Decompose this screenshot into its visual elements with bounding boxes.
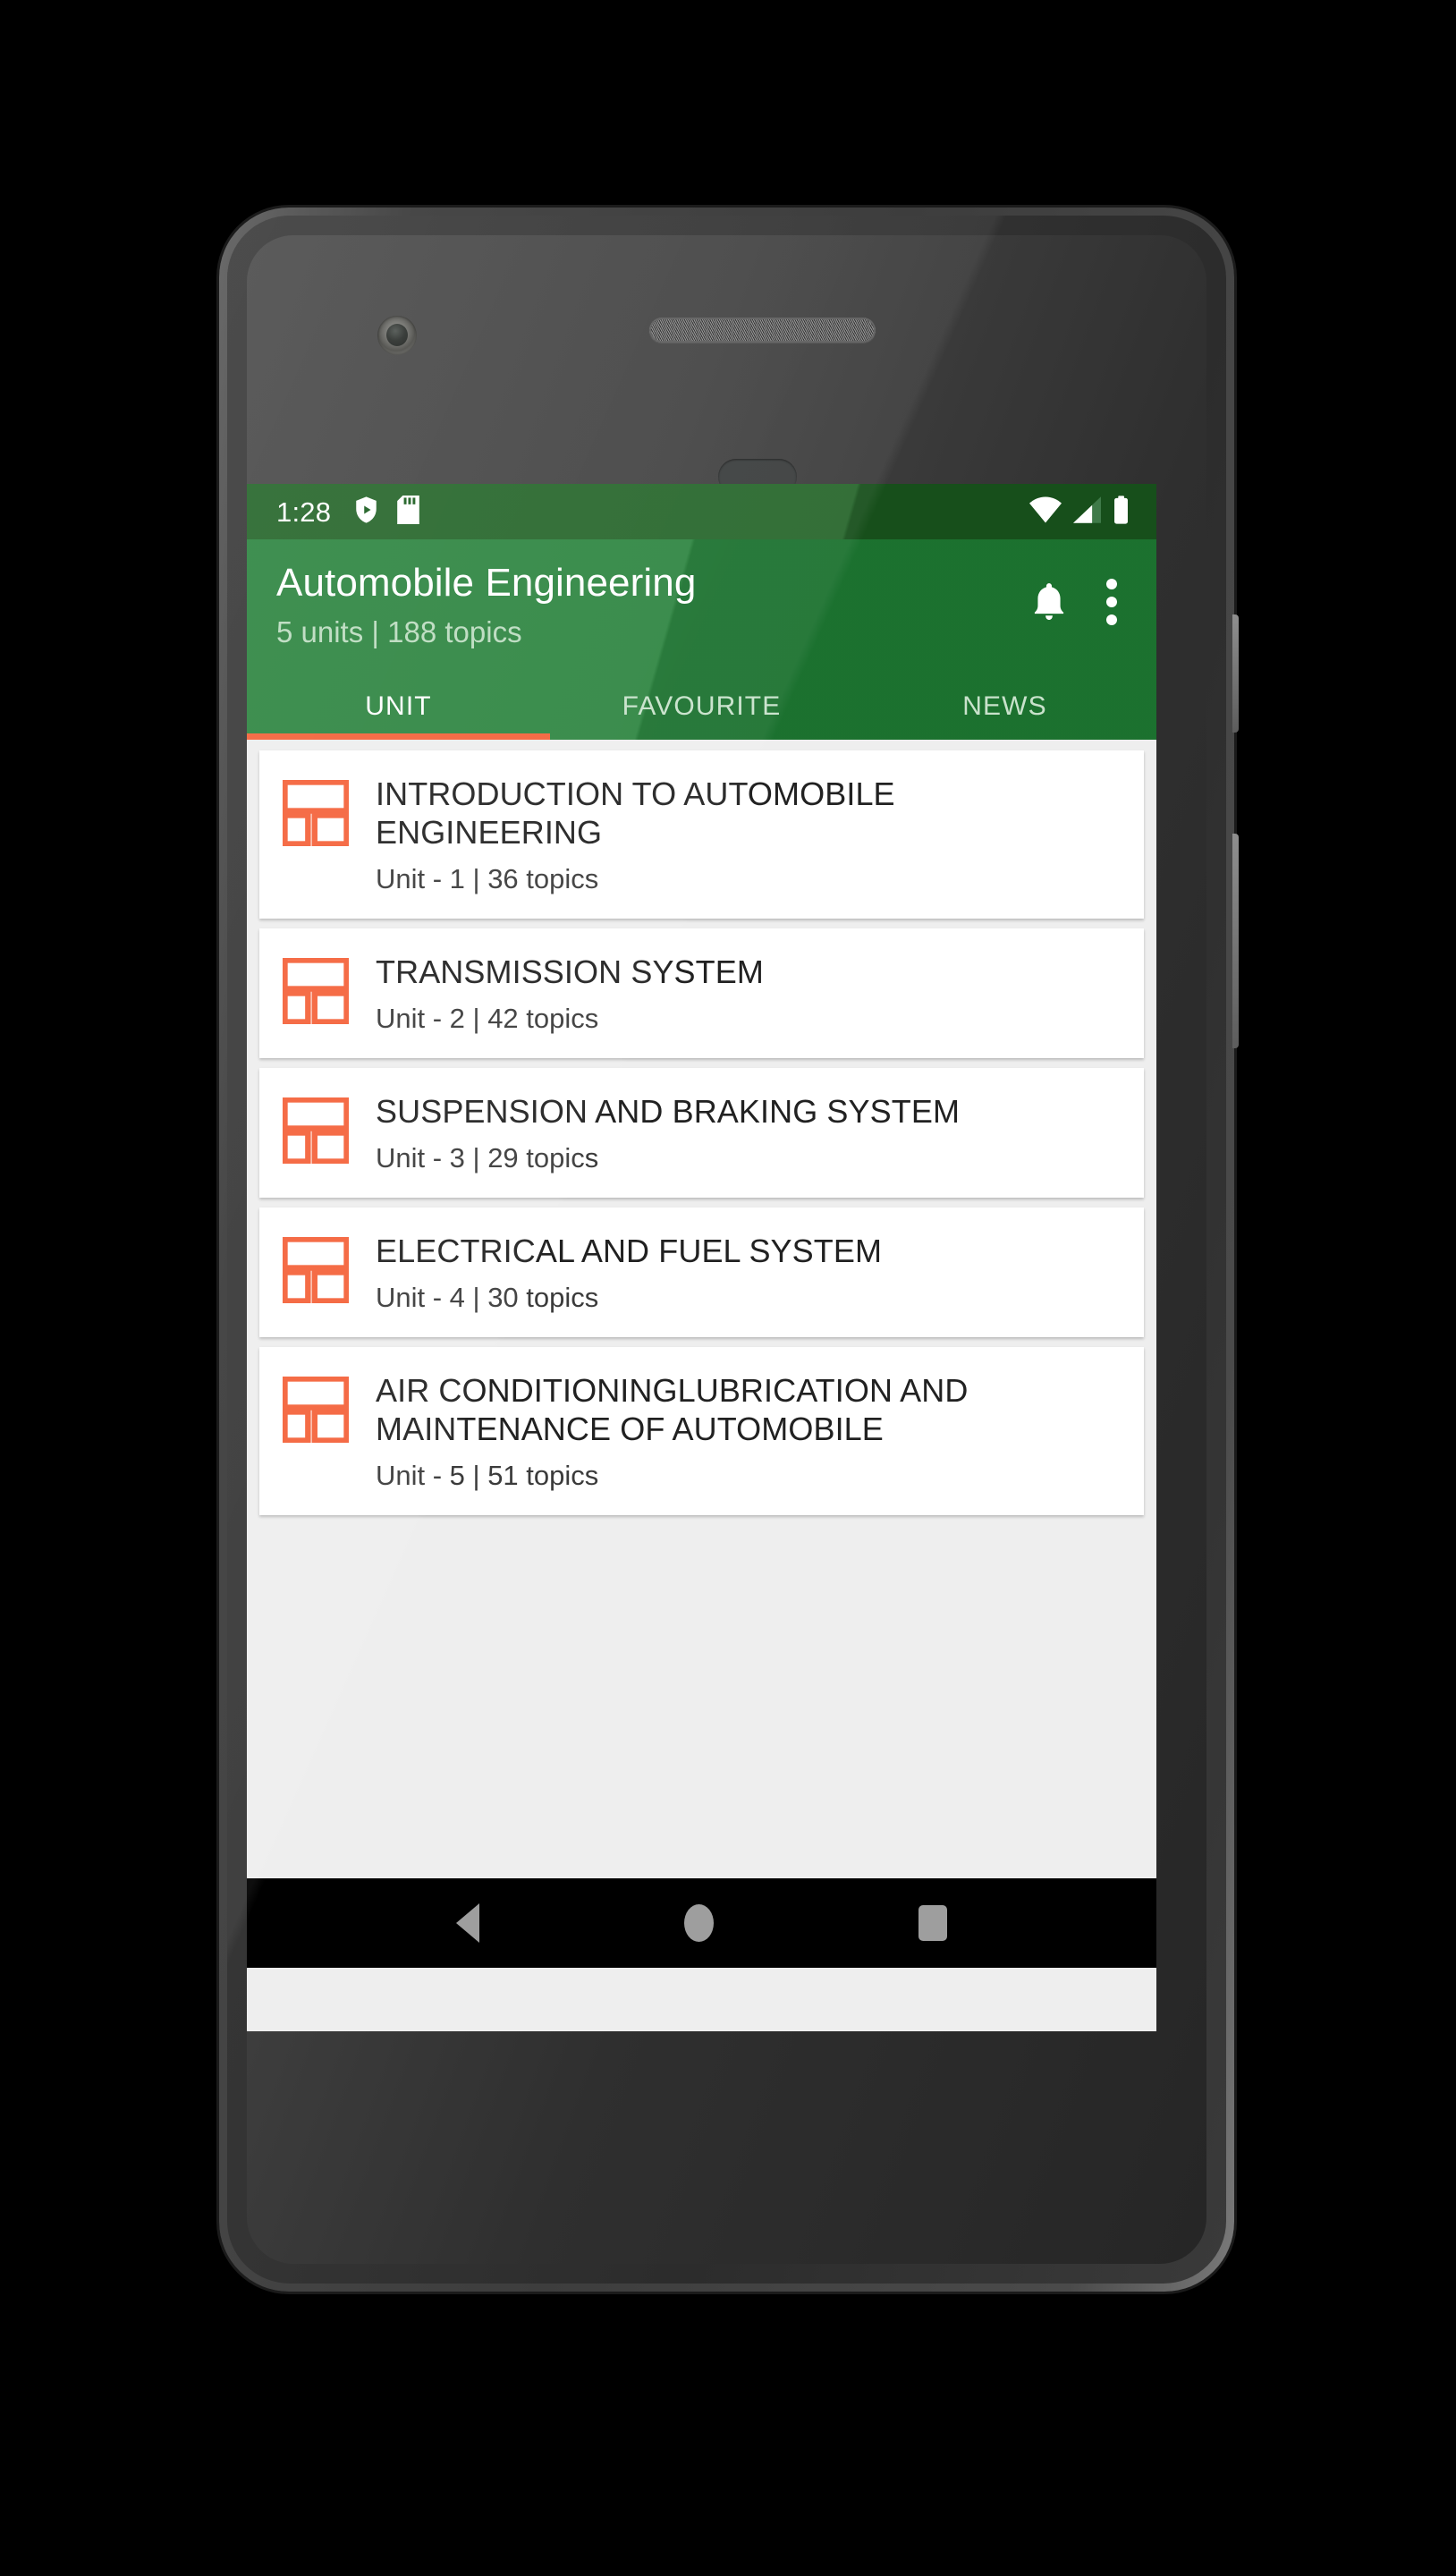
unit-subtitle: Unit - 3 | 29 topics: [376, 1142, 599, 1174]
tab-news[interactable]: NEWS: [853, 672, 1156, 740]
dashboard-layout-icon: [282, 779, 350, 848]
battery-icon: [1113, 495, 1130, 529]
notifications-bell-icon[interactable]: [1029, 581, 1069, 623]
phone-bezel: 1:28 Automobile Engineering 5 units | 18…: [247, 235, 1206, 2264]
list-item[interactable]: INTRODUCTION TO AUTOMOBILE ENGINEERING U…: [259, 750, 1144, 919]
volume-button[interactable]: [1232, 834, 1239, 1048]
android-back-button[interactable]: [456, 1903, 480, 1944]
tab-active-indicator: [247, 733, 550, 741]
app-bar: Automobile Engineering 5 units | 188 top…: [247, 539, 1156, 741]
list-item[interactable]: ELECTRICAL AND FUEL SYSTEM Unit - 4 | 30…: [259, 1208, 1144, 1338]
dashboard-layout-icon: [282, 957, 350, 1025]
unit-subtitle: Unit - 2 | 42 topics: [376, 1002, 599, 1034]
list-item[interactable]: TRANSMISSION SYSTEM Unit - 2 | 42 topics: [259, 928, 1144, 1058]
play-protect-shield-icon: [354, 496, 378, 529]
earpiece-speaker-grille: [649, 318, 876, 343]
unit-title: ELECTRICAL AND FUEL SYSTEM: [376, 1233, 883, 1270]
phone-screen: 1:28 Automobile Engineering 5 units | 18…: [247, 484, 1156, 2031]
wifi-icon: [1029, 496, 1062, 528]
list-item[interactable]: SUSPENSION AND BRAKING SYSTEM Unit - 3 |…: [259, 1068, 1144, 1199]
android-status-bar: 1:28: [247, 484, 1156, 539]
unit-title: INTRODUCTION TO AUTOMOBILE ENGINEERING: [376, 775, 895, 851]
phone-device-body: 1:28 Automobile Engineering 5 units | 18…: [227, 216, 1226, 2284]
sd-card-icon: [397, 495, 419, 529]
overflow-menu-icon[interactable]: [1092, 575, 1131, 629]
android-recents-button[interactable]: [918, 1905, 947, 1942]
list-item[interactable]: AIR CONDITIONINGLUBRICATION AND MAINTENA…: [259, 1347, 1144, 1515]
power-button[interactable]: [1232, 614, 1239, 733]
tab-unit[interactable]: UNIT: [247, 672, 550, 740]
phone-device-frame: 1:28 Automobile Engineering 5 units | 18…: [219, 208, 1239, 2292]
unit-list: INTRODUCTION TO AUTOMOBILE ENGINEERING U…: [247, 740, 1156, 1879]
unit-subtitle: Unit - 5 | 51 topics: [376, 1459, 599, 1491]
unit-title: TRANSMISSION SYSTEM: [376, 953, 764, 990]
unit-title: AIR CONDITIONINGLUBRICATION AND MAINTENA…: [376, 1372, 969, 1447]
tab-bar: UNIT FAVOURITE NEWS: [247, 672, 1156, 741]
status-bar-clock: 1:28: [276, 496, 332, 528]
front-camera-icon: [377, 316, 417, 355]
unit-subtitle: Unit - 4 | 30 topics: [376, 1282, 599, 1314]
page-title: Automobile Engineering: [276, 561, 697, 605]
dashboard-layout-icon: [282, 1097, 350, 1165]
unit-title: SUSPENSION AND BRAKING SYSTEM: [376, 1093, 961, 1130]
cellular-signal-icon: [1073, 496, 1101, 528]
dashboard-layout-icon: [282, 1236, 350, 1304]
dashboard-layout-icon: [282, 1376, 350, 1445]
android-navigation-bar: [247, 1878, 1156, 1969]
android-home-button[interactable]: [683, 1904, 714, 1943]
page-subtitle: 5 units | 188 topics: [276, 615, 522, 649]
tab-favourite[interactable]: FAVOURITE: [550, 672, 853, 740]
unit-subtitle: Unit - 1 | 36 topics: [376, 862, 599, 894]
